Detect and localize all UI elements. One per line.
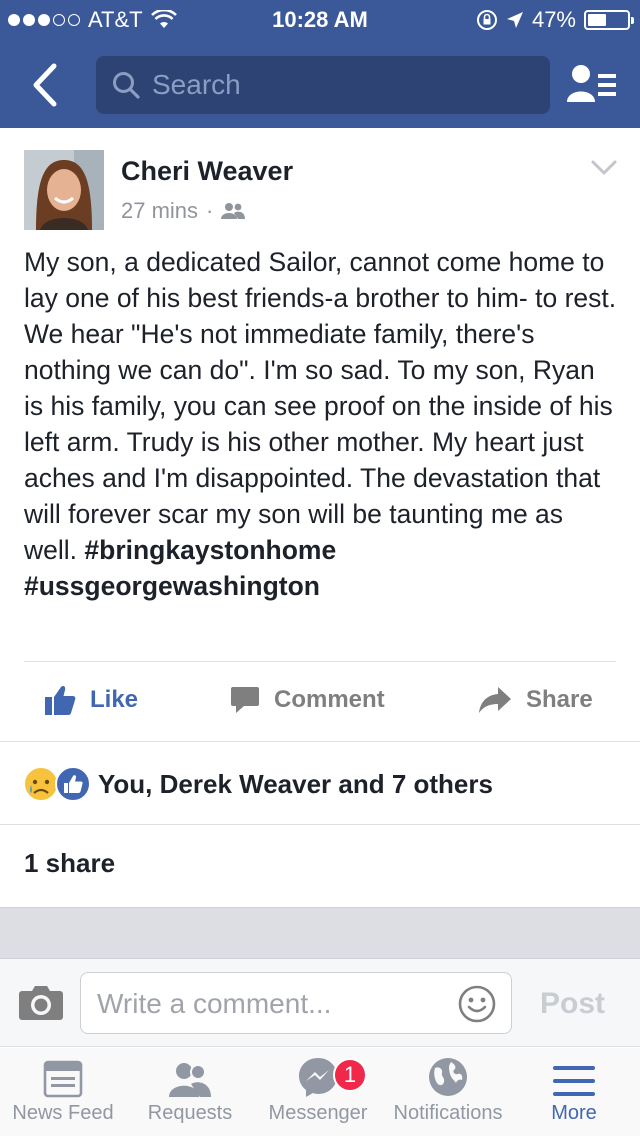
status-bar: AT&T 10:28 AM 47% — [0, 0, 640, 40]
tab-label: Requests — [147, 1102, 233, 1124]
reactions-summary[interactable]: You, Derek Weaver and 7 others — [22, 764, 493, 804]
like-label: Like — [90, 686, 139, 713]
emoji-icon[interactable] — [457, 984, 497, 1024]
search-input[interactable]: Search — [96, 56, 550, 114]
chevron-down-icon[interactable] — [590, 158, 618, 178]
tab-more[interactable]: More — [522, 1048, 626, 1136]
share-count[interactable]: 1 share — [24, 848, 115, 879]
share-arrow-icon — [479, 687, 511, 713]
comment-input[interactable] — [97, 981, 437, 1027]
globe-icon — [429, 1058, 467, 1096]
thumbs-up-icon — [45, 686, 76, 715]
like-reaction-icon — [55, 766, 91, 802]
like-button[interactable]: Like — [44, 675, 138, 725]
rotation-lock-icon — [476, 10, 497, 30]
search-placeholder: Search — [152, 69, 241, 100]
bottom-tab-bar: News Feed Requests Messenger 1 Notificat… — [0, 1048, 640, 1136]
post-text: My son, a dedicated Sailor, cannot come … — [24, 244, 620, 604]
top-navigation-bar: AT&T 10:28 AM 47% Search — [0, 0, 640, 128]
meta-separator: · — [206, 198, 214, 223]
tab-messenger[interactable]: Messenger 1 — [262, 1048, 374, 1136]
tab-notifications[interactable]: Notifications — [384, 1048, 512, 1136]
notification-badge: 1 — [333, 1058, 367, 1092]
tab-label: News Feed — [12, 1102, 114, 1124]
post-time[interactable]: 27 mins — [121, 198, 198, 224]
friends-list-icon[interactable] — [566, 62, 618, 108]
battery-percent: 47% — [531, 7, 576, 32]
comment-composer: Post — [0, 959, 640, 1047]
menu-icon — [553, 1066, 595, 1096]
share-button[interactable]: Share — [478, 675, 593, 725]
profile-photo — [24, 150, 104, 230]
section-separator — [0, 907, 640, 959]
post-meta: 27 mins · — [121, 198, 246, 224]
comment-icon — [231, 687, 259, 713]
news-feed-icon — [43, 1060, 83, 1098]
battery-icon — [584, 10, 634, 30]
divider — [0, 824, 640, 825]
author-avatar[interactable] — [24, 150, 104, 230]
tab-label: More — [551, 1102, 597, 1124]
tab-label: Notifications — [393, 1102, 503, 1124]
hashtag[interactable]: #bringkaystonhome — [84, 535, 336, 565]
comment-button[interactable]: Comment — [230, 675, 385, 725]
author-name[interactable]: Cheri Weaver — [121, 156, 293, 187]
post-comment-button[interactable]: Post — [540, 987, 605, 1021]
camera-icon[interactable] — [18, 983, 64, 1021]
share-label: Share — [526, 686, 593, 713]
status-right: 47% — [476, 7, 634, 33]
tab-news-feed[interactable]: News Feed — [4, 1048, 122, 1136]
divider — [24, 661, 616, 662]
search-icon — [113, 72, 140, 99]
tab-label: Messenger — [268, 1102, 368, 1124]
reactions-text: You, Derek Weaver and 7 others — [98, 768, 493, 799]
post-body: My son, a dedicated Sailor, cannot come … — [24, 247, 617, 565]
divider — [0, 741, 640, 742]
hashtag[interactable]: #ussgeorgewashington — [24, 571, 320, 601]
location-icon — [506, 12, 523, 28]
post-actions: Like Comment Share — [0, 675, 640, 725]
friend-requests-icon — [169, 1063, 211, 1097]
friends-audience-icon — [221, 203, 246, 219]
back-arrow-icon[interactable] — [26, 60, 66, 110]
comment-field[interactable] — [80, 972, 512, 1034]
tab-requests[interactable]: Requests — [130, 1048, 250, 1136]
comment-label: Comment — [274, 686, 385, 713]
